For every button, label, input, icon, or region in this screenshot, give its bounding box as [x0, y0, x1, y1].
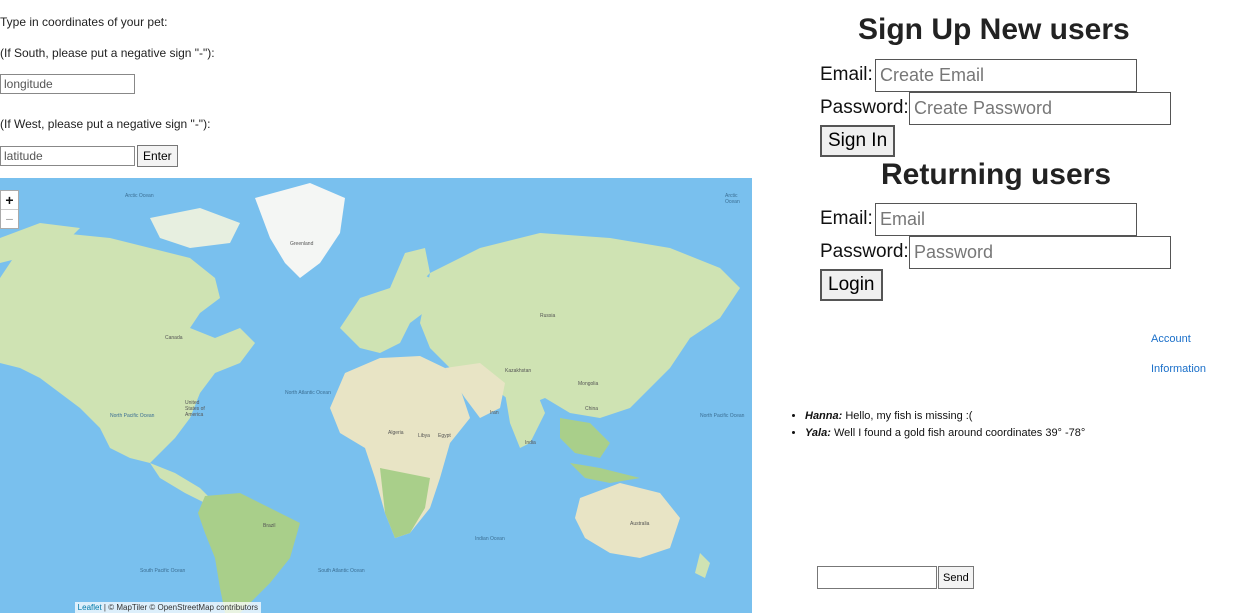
- leaflet-link[interactable]: Leaflet: [78, 603, 102, 612]
- chat-message: Yala: Well I found a gold fish around co…: [805, 427, 1085, 439]
- map-label-algeria: Algeria: [388, 430, 404, 436]
- login-email-input[interactable]: [875, 203, 1137, 236]
- login-password-label: Password:: [820, 241, 909, 262]
- map-label-china: China: [585, 406, 599, 412]
- map-label-north-pacific-right: North Pacific Ocean: [700, 413, 745, 419]
- map-label-australia: Australia: [630, 521, 650, 527]
- map-label-canada: Canada: [165, 335, 183, 341]
- enter-button[interactable]: Enter: [137, 145, 178, 167]
- chat-author: Hanna:: [805, 410, 843, 422]
- latitude-input[interactable]: [0, 146, 135, 166]
- map-label-mongolia: Mongolia: [578, 381, 599, 387]
- information-link[interactable]: Information: [1151, 363, 1206, 375]
- map-label-south-atlantic: South Atlantic Ocean: [318, 568, 365, 574]
- map-label-iran: Iran: [490, 410, 499, 416]
- login-button[interactable]: Login: [820, 269, 883, 301]
- map-label-india: India: [525, 440, 536, 446]
- map-label-libya: Libya: [418, 433, 430, 439]
- sign-in-button[interactable]: Sign In: [820, 125, 896, 157]
- zoom-in-button[interactable]: +: [1, 191, 18, 209]
- map-label-usa: United States of America: [185, 400, 205, 418]
- map-label-russia: Russia: [540, 313, 556, 319]
- send-button[interactable]: Send: [938, 566, 974, 589]
- map-label-arctic-right: Arctic Ocean: [725, 193, 740, 205]
- chat-text: Hello, my fish is missing :(: [842, 410, 973, 422]
- account-link[interactable]: Account: [1151, 333, 1191, 345]
- login-password-input[interactable]: [909, 236, 1171, 269]
- longitude-input[interactable]: [0, 74, 135, 94]
- chat-message: Hanna: Hello, my fish is missing :(: [805, 410, 1085, 422]
- map-label-brazil: Brazil: [263, 523, 276, 529]
- map-label-north-pacific-left: North Pacific Ocean: [110, 413, 155, 419]
- west-hint: (If West, please put a negative sign "-"…: [0, 117, 211, 131]
- map-attribution: Leaflet | © MapTiler © OpenStreetMap con…: [74, 602, 261, 613]
- world-map[interactable]: Greenland North Atlantic Ocean North Pac…: [0, 178, 752, 613]
- signup-password-label: Password:: [820, 97, 909, 118]
- chat-text: Well I found a gold fish around coordina…: [830, 427, 1086, 439]
- zoom-out-button[interactable]: −: [1, 209, 18, 228]
- south-hint: (If South, please put a negative sign "-…: [0, 46, 215, 60]
- map-label-indian-ocean: Indian Ocean: [475, 536, 505, 542]
- chat-messages: Hanna: Hello, my fish is missing :( Yala…: [793, 410, 1085, 444]
- signup-email-input[interactable]: [875, 59, 1137, 92]
- map-label-greenland: Greenland: [290, 241, 314, 247]
- chat-author: Yala:: [805, 427, 831, 439]
- login-email-label: Email:: [820, 208, 873, 229]
- map-label-south-pacific: South Pacific Ocean: [140, 568, 186, 574]
- signup-password-input[interactable]: [909, 92, 1171, 125]
- chat-input[interactable]: [817, 566, 937, 589]
- signup-email-label: Email:: [820, 64, 873, 85]
- map-label-arctic-left: Arctic Ocean: [125, 193, 154, 199]
- map-label-egypt: Egypt: [438, 433, 451, 439]
- map-tiles: [0, 178, 752, 613]
- map-label-north-atlantic: North Atlantic Ocean: [285, 390, 331, 396]
- login-title: Returning users: [881, 158, 1112, 191]
- attribution-text: | © MapTiler © OpenStreetMap contributor…: [101, 603, 258, 612]
- zoom-control: + −: [0, 190, 19, 229]
- coords-intro: Type in coordinates of your pet:: [0, 15, 168, 29]
- map-label-kazakhstan: Kazakhstan: [505, 368, 532, 374]
- signup-title: Sign Up New users: [858, 13, 1130, 46]
